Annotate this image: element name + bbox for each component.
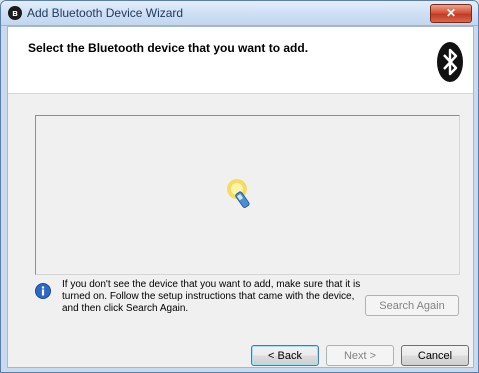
- info-icon: [35, 283, 51, 299]
- title-bar[interactable]: ʙ Add Bluetooth Device Wizard ✕: [1, 1, 478, 26]
- page-title: Select the Bluetooth device that you wan…: [28, 41, 309, 55]
- bluetooth-icon: ʙ: [8, 6, 22, 20]
- window-title: Add Bluetooth Device Wizard: [27, 6, 184, 20]
- next-button[interactable]: Next >: [326, 345, 394, 366]
- device-list[interactable]: [35, 115, 460, 275]
- wizard-window: ʙ Add Bluetooth Device Wizard ✕ Select t…: [0, 0, 479, 373]
- back-button[interactable]: < Back: [251, 345, 319, 366]
- bluetooth-logo-icon: [437, 42, 463, 82]
- search-again-button[interactable]: Search Again: [365, 295, 459, 316]
- wizard-header: Select the Bluetooth device that you wan…: [8, 27, 473, 94]
- close-button[interactable]: ✕: [430, 4, 472, 23]
- cancel-button[interactable]: Cancel: [401, 345, 469, 366]
- searching-flashlight-icon: [227, 179, 250, 208]
- wizard-content: Select the Bluetooth device that you wan…: [7, 26, 474, 368]
- info-message: If you don't see the device that you wan…: [62, 279, 361, 314]
